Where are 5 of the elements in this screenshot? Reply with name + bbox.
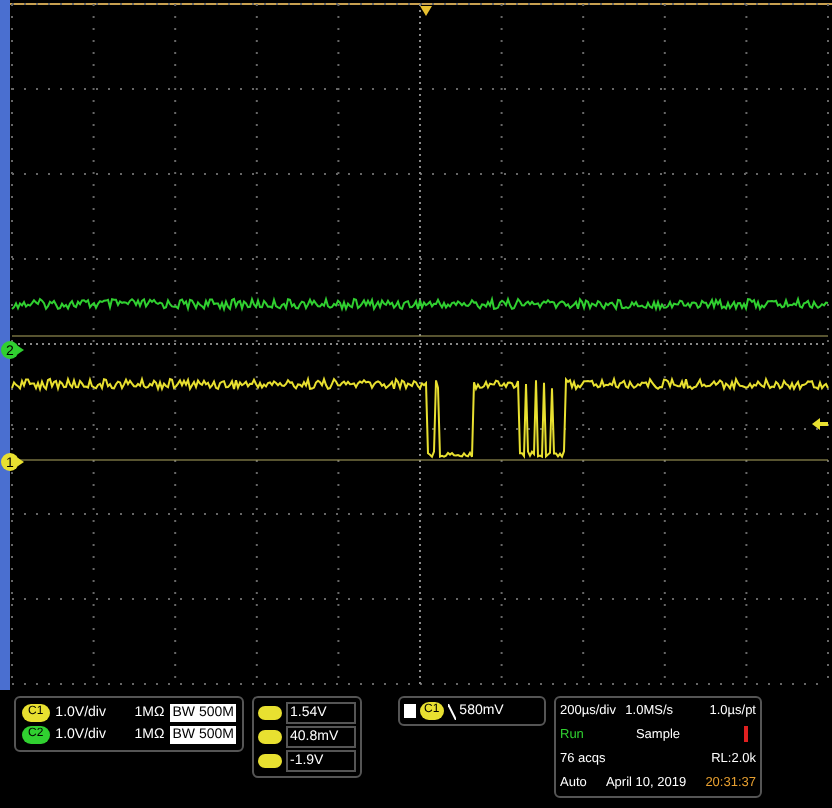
measurement-badge-icon bbox=[258, 706, 282, 720]
measurement-badge-icon bbox=[258, 730, 282, 744]
trigger-position-icon bbox=[420, 6, 432, 16]
measurement-badge-icon bbox=[258, 754, 282, 768]
trigger-level-icon bbox=[812, 418, 828, 430]
